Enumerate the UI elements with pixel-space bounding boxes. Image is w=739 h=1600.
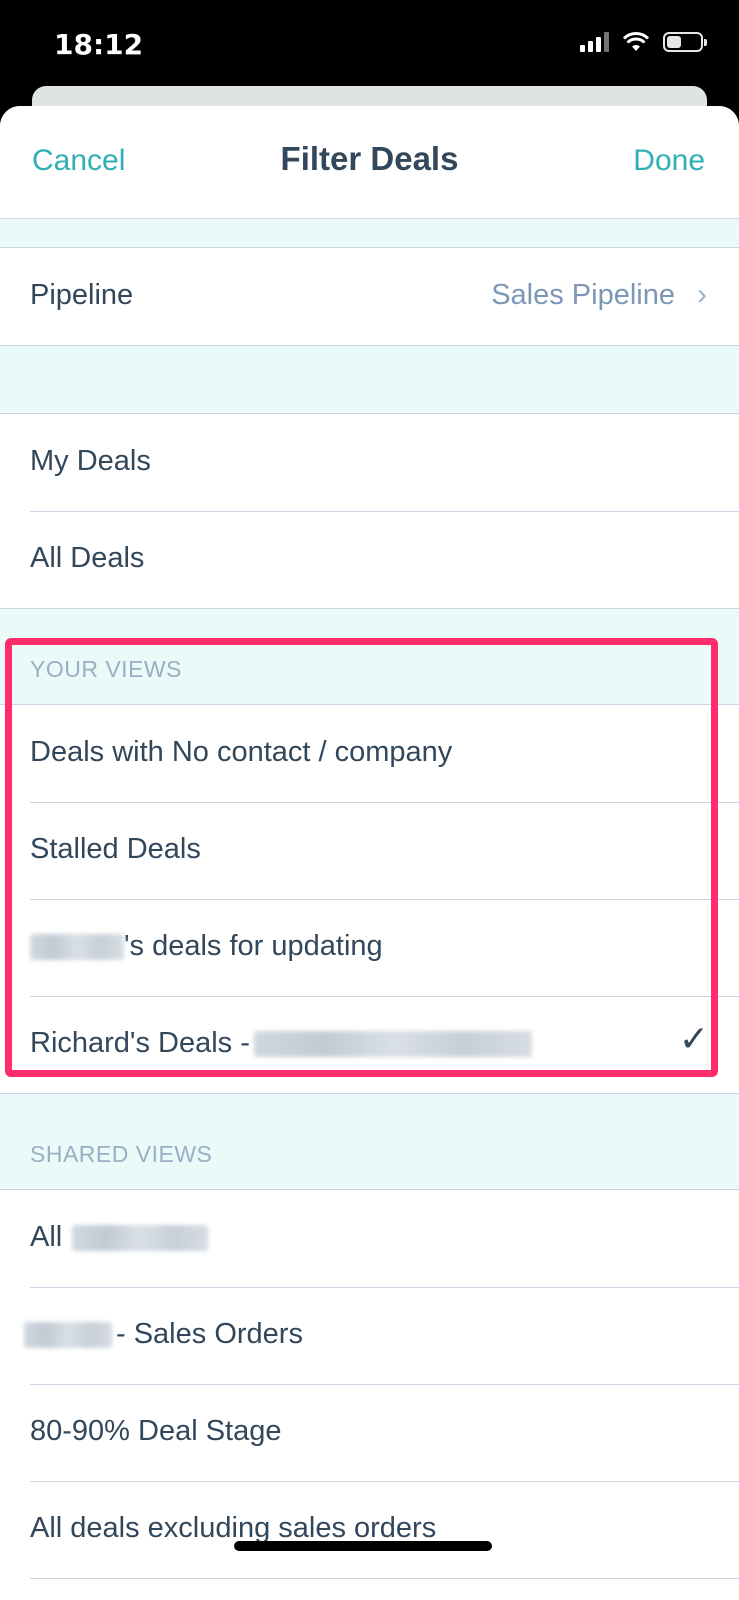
view-label-wrap: - Sales Orders (24, 1318, 303, 1351)
shared-view-item[interactable]: All (0, 1189, 739, 1287)
view-label: My Deals (30, 445, 151, 477)
view-label: Stalled Deals (30, 833, 201, 865)
home-indicator[interactable] (234, 1541, 492, 1551)
spacer (0, 219, 739, 247)
view-all-deals[interactable]: All Deals (0, 511, 739, 609)
your-views-section: YOUR VIEWS (0, 609, 739, 704)
your-view-item[interactable]: Stalled Deals (0, 802, 739, 899)
your-views-header: YOUR VIEWS (30, 656, 182, 682)
view-my-deals[interactable]: My Deals (0, 413, 739, 511)
redacted-text (24, 1322, 112, 1349)
view-label-wrap: All (30, 1221, 209, 1254)
shared-view-item[interactable]: All deals excluding sales orders (0, 1481, 739, 1578)
chevron-right-icon: › (697, 278, 707, 311)
filter-deals-sheet: Cancel Filter Deals Done Pipeline Sales … (0, 106, 739, 1600)
redacted-text (72, 1225, 209, 1252)
page-title: Filter Deals (280, 140, 459, 177)
shared-view-item[interactable]: - Sales Orders (0, 1287, 739, 1384)
nav-bar: Cancel Filter Deals Done (0, 106, 739, 219)
shared-views-section: SHARED VIEWS (0, 1094, 739, 1189)
view-label: Deals with No contact / company (30, 736, 453, 768)
view-label: All (30, 1221, 63, 1253)
pipeline-label: Pipeline (30, 279, 134, 311)
view-label: - Sales Orders (116, 1318, 303, 1350)
wifi-icon (623, 32, 649, 51)
view-label: 80-90% Deal Stage (30, 1415, 282, 1447)
done-button[interactable]: Done (633, 144, 705, 178)
your-view-item-selected[interactable]: Richard's Deals - ✓ (0, 996, 739, 1094)
spacer (0, 346, 739, 413)
your-view-item[interactable]: 's deals for updating (0, 899, 739, 996)
view-label: 's deals for updating (124, 930, 383, 962)
redacted-text (30, 934, 124, 961)
shared-view-item[interactable]: 80-90% Deal Stage (0, 1384, 739, 1481)
cellular-signal-icon (580, 32, 609, 52)
status-time: 18:12 (54, 28, 144, 61)
your-view-item[interactable]: Deals with No contact / company (0, 704, 739, 802)
view-label: All Deals (30, 542, 145, 574)
pipeline-row[interactable]: Pipeline Sales Pipeline › (0, 247, 739, 346)
view-label-wrap: Richard's Deals - (30, 1027, 532, 1060)
battery-icon (663, 32, 707, 52)
status-bar: 18:12 (0, 0, 739, 90)
checkmark-icon: ✓ (678, 1018, 709, 1059)
shared-views-header: SHARED VIEWS (30, 1141, 213, 1167)
shared-view-item-partial[interactable] (0, 1578, 739, 1600)
view-label: Richard's Deals - (30, 1027, 250, 1059)
pipeline-value: Sales Pipeline (491, 279, 675, 311)
status-icons (580, 32, 707, 52)
redacted-text (253, 1031, 532, 1058)
view-label-wrap: 's deals for updating (30, 930, 383, 963)
